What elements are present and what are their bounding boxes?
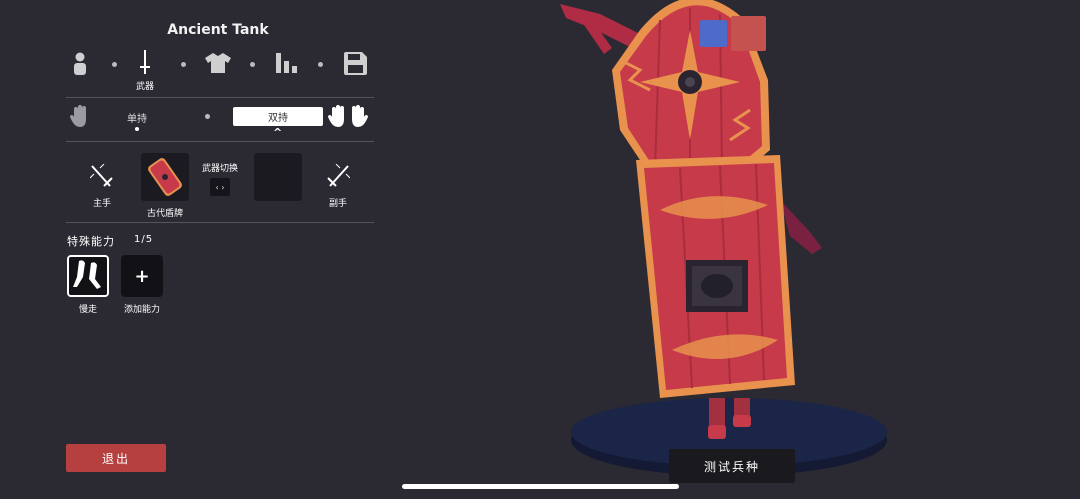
off-hand-label: 副手 — [328, 199, 347, 209]
ancient-shield-icon — [148, 158, 182, 196]
ability-slot-slow-walk[interactable] — [67, 255, 109, 297]
tab-stats[interactable] — [276, 53, 298, 73]
team-red-swatch[interactable] — [731, 16, 766, 51]
single-hand-icon[interactable] — [70, 105, 90, 129]
tab-separator — [318, 62, 323, 67]
dual-hand-icon[interactable] — [328, 105, 368, 129]
tab-separator — [250, 62, 255, 67]
unit-editor-panel: Ancient Tank 武器 单持 双持 ^ 主手 古代盾牌 武器切换 ‹ ›… — [0, 0, 380, 499]
sword-icon — [140, 50, 150, 74]
slow-walk-icon — [73, 260, 101, 289]
main-hand-weapon-icon — [90, 164, 113, 187]
plus-icon: + — [134, 265, 150, 287]
chevron-up-icon: ^ — [273, 126, 283, 139]
save-icon — [344, 52, 367, 75]
weapon-switch-button[interactable]: ‹ › — [210, 178, 230, 196]
off-hand-weapon-icon — [327, 164, 350, 187]
add-ability-button[interactable]: + — [121, 255, 163, 297]
ability-label-slow-walk: 慢走 — [78, 305, 97, 315]
main-weapon-label: 古代盾牌 — [146, 209, 183, 219]
dual-hand-button[interactable]: 双持 — [233, 107, 323, 126]
stats-icon — [276, 53, 297, 73]
single-hand-option[interactable]: 单持 — [117, 110, 157, 125]
shirt-icon — [205, 53, 231, 73]
unit-title: Ancient Tank — [167, 22, 269, 38]
main-weapon-slot[interactable] — [141, 153, 189, 201]
exit-button[interactable]: 退出 — [66, 444, 166, 472]
add-ability-label: 添加能力 — [123, 305, 160, 315]
tab-clothing[interactable] — [205, 53, 231, 73]
tab-weapons[interactable]: 武器 — [136, 50, 154, 92]
divider — [66, 97, 374, 98]
mode-separator — [205, 114, 210, 119]
tab-separator — [181, 62, 186, 67]
unit-body-icon — [74, 52, 86, 75]
special-abilities-title: 特殊能力 — [67, 235, 115, 248]
divider — [66, 222, 374, 223]
team-blue-swatch[interactable] — [700, 20, 727, 47]
test-unit-button[interactable]: 测试兵种 — [669, 449, 795, 483]
tab-weapons-label: 武器 — [136, 82, 155, 92]
off-hand-weapon-slot[interactable] — [254, 153, 302, 201]
tab-separator — [112, 62, 117, 67]
single-hand-indicator — [135, 127, 139, 131]
weapon-switch-label: 武器切换 — [201, 164, 238, 174]
main-hand-label: 主手 — [92, 199, 111, 209]
tab-save[interactable] — [344, 52, 367, 75]
tab-unit[interactable] — [72, 52, 88, 76]
home-indicator[interactable] — [402, 484, 679, 489]
divider — [66, 141, 374, 142]
ability-count: 1/5 — [134, 234, 154, 245]
